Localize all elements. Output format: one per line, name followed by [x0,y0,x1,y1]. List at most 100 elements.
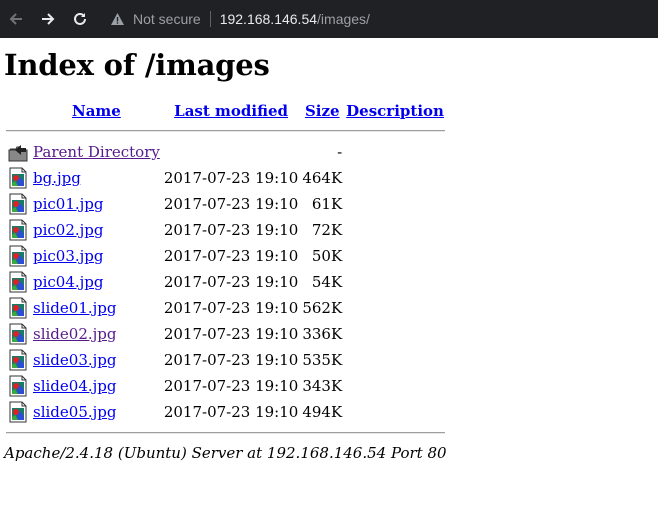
image-file-icon [9,271,27,293]
image-file-icon [9,245,27,267]
file-link[interactable]: bg.jpg [33,169,81,187]
divider [6,432,445,434]
file-size-cell: 494K [302,403,343,421]
sort-by-name-link[interactable]: Name [72,102,121,120]
image-file-icon [9,401,27,423]
header-divider [6,124,445,138]
file-link[interactable]: slide05.jpg [33,403,116,421]
file-name-cell: pic03.jpg [32,244,161,268]
file-icon-cell [6,192,30,216]
file-icon-cell [6,322,30,346]
file-modified-cell: 2017-07-23 19:10 [163,273,299,291]
file-row: slide02.jpg 2017-07-23 19:10 336K [6,322,445,346]
file-row: slide05.jpg 2017-07-23 19:10 494K [6,400,445,424]
file-size-cell: 562K [302,299,343,317]
security-label: Not secure [133,11,201,27]
file-size-cell: 54K [311,273,343,291]
file-description-cell [345,166,445,190]
file-link[interactable]: slide04.jpg [33,377,116,395]
reload-button[interactable] [64,0,96,38]
file-description-cell [345,348,445,372]
file-link[interactable]: slide01.jpg [33,299,116,317]
address-bar[interactable]: Not secure 192.168.146.54/images/ [100,4,648,34]
address-separator [209,11,211,27]
file-description-cell [345,270,445,294]
file-name-cell: pic02.jpg [32,218,161,242]
file-icon-cell [6,166,30,190]
file-name-cell: pic01.jpg [32,192,161,216]
sort-by-description-link[interactable]: Description [346,102,444,120]
file-link[interactable]: pic04.jpg [33,273,104,291]
file-name-cell: bg.jpg [32,166,161,190]
file-row: slide03.jpg 2017-07-23 19:10 535K [6,348,445,372]
file-name-cell: slide01.jpg [32,296,161,320]
url-host: 192.168.146.54 [219,11,318,27]
file-icon-cell [6,400,30,424]
file-name-cell: slide04.jpg [32,374,161,398]
file-link[interactable]: pic03.jpg [33,247,104,265]
footer-divider [6,426,445,440]
parent-name-cell: Parent Directory [32,140,161,164]
file-size-cell: 336K [302,325,343,343]
file-modified-cell: 2017-07-23 19:10 [163,247,299,265]
sort-by-modified-link[interactable]: Last modified [174,102,288,120]
file-size-cell: 464K [302,169,343,187]
image-file-icon [9,323,27,345]
file-row: pic04.jpg 2017-07-23 19:10 54K [6,270,445,294]
file-modified-cell: 2017-07-23 19:10 [163,221,299,239]
file-name-cell: slide02.jpg [32,322,161,346]
file-size-cell: 50K [311,247,343,265]
file-icon-cell [6,270,30,294]
forward-button[interactable] [32,0,64,38]
file-icon-cell [6,348,30,372]
file-modified-cell: 2017-07-23 19:10 [163,325,299,343]
file-link[interactable]: pic01.jpg [33,195,104,213]
url-path: /images/ [317,11,370,27]
file-row: bg.jpg 2017-07-23 19:10 464K [6,166,445,190]
directory-listing: Name Last modified Size Description Pare… [4,98,447,442]
divider [6,130,445,132]
file-modified-cell: 2017-07-23 19:10 [163,351,299,369]
file-icon-cell [6,244,30,268]
file-modified-cell: 2017-07-23 19:10 [163,169,299,187]
reload-icon [74,12,86,25]
arrow-left-icon [9,13,22,25]
image-file-icon [9,167,27,189]
file-icon-cell [6,296,30,320]
parent-size-cell: - [337,143,343,161]
file-name-cell: slide03.jpg [32,348,161,372]
file-row: pic02.jpg 2017-07-23 19:10 72K [6,218,445,242]
file-description-cell [345,218,445,242]
file-size-cell: 61K [311,195,343,213]
file-link[interactable]: slide02.jpg [33,325,116,343]
file-description-cell [345,322,445,346]
file-size-cell: 343K [302,377,343,395]
security-indicator[interactable]: Not secure [100,11,201,27]
sort-by-size-link[interactable]: Size [305,102,340,120]
icon-column-header [6,100,30,122]
page-content: Index of /images Name Last modified Size… [0,48,658,462]
file-description-cell [345,374,445,398]
file-link[interactable]: pic02.jpg [33,221,104,239]
file-link[interactable]: slide03.jpg [33,351,116,369]
file-name-cell: pic04.jpg [32,270,161,294]
modified-column-header: Last modified [163,100,299,122]
back-folder-icon [8,145,28,162]
back-button[interactable] [0,0,32,38]
arrow-right-icon [42,13,55,25]
file-row: pic01.jpg 2017-07-23 19:10 61K [6,192,445,216]
warning-triangle-icon [111,13,124,25]
parent-directory-link[interactable]: Parent Directory [33,143,160,161]
parent-modified-cell [163,140,299,164]
page-title: Index of /images [4,48,270,82]
file-row: pic03.jpg 2017-07-23 19:10 50K [6,244,445,268]
file-row: slide04.jpg 2017-07-23 19:10 343K [6,374,445,398]
image-file-icon [9,349,27,371]
image-file-icon [9,375,27,397]
file-row: slide01.jpg 2017-07-23 19:10 562K [6,296,445,320]
server-signature: Apache/2.4.18 (Ubuntu) Server at 192.168… [4,444,447,462]
image-file-icon [9,193,27,215]
file-description-cell [345,244,445,268]
header-row: Name Last modified Size Description [6,100,445,122]
size-column-header: Size [301,100,343,122]
